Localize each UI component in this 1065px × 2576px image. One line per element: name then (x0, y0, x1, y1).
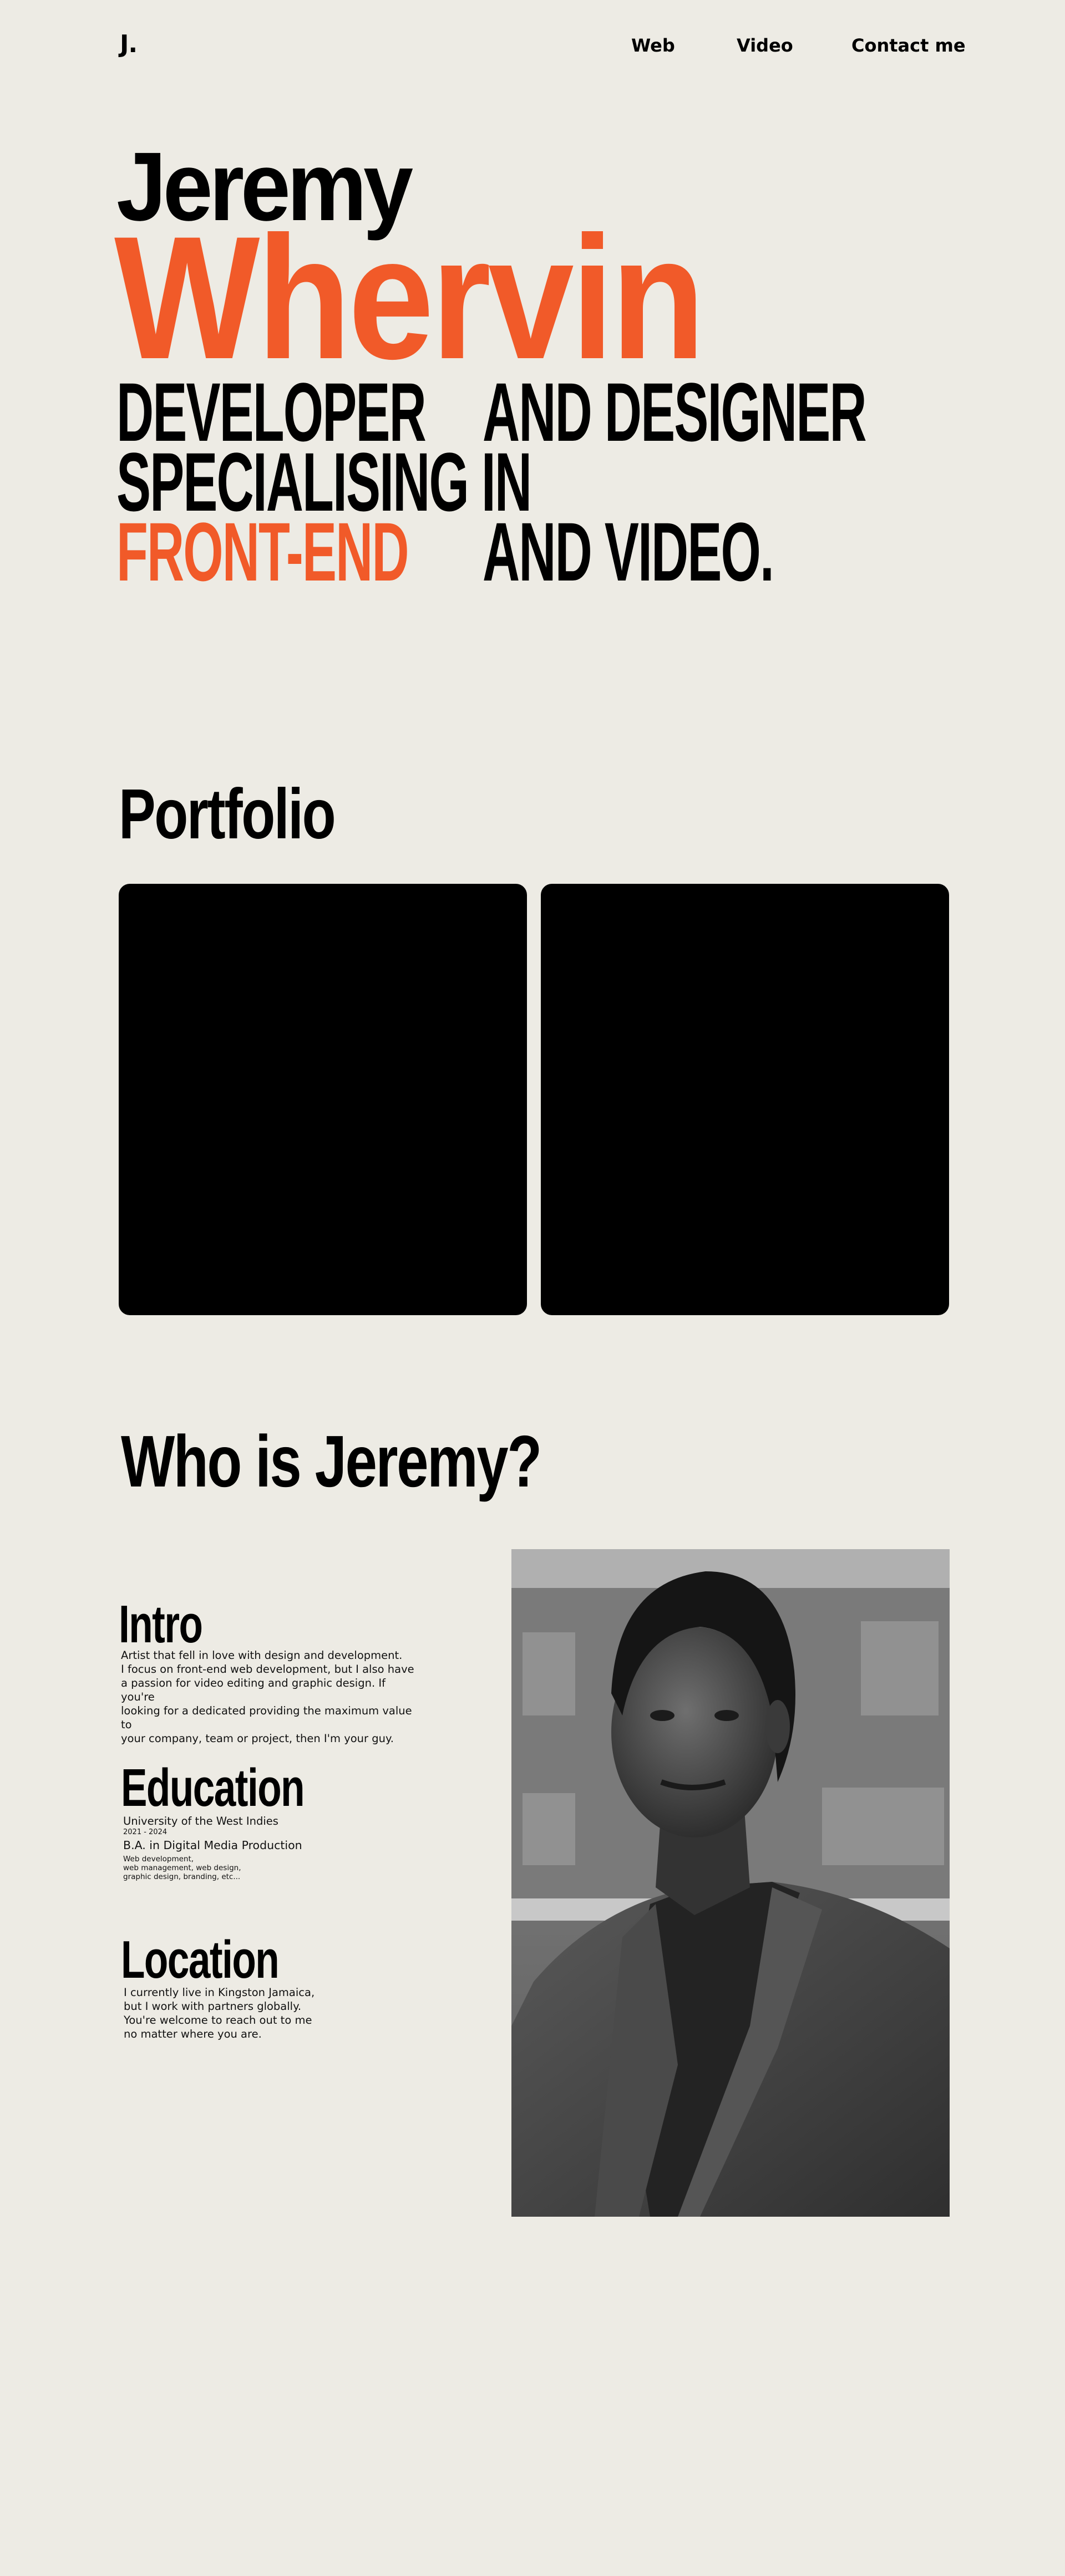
portfolio-title: Portfolio (119, 775, 336, 854)
intro-heading: Intro (119, 1595, 203, 1654)
education-details: Web development, web management, web des… (123, 1855, 241, 1881)
intro-text: Artist that fell in love with design and… (121, 1649, 414, 1745)
portfolio-card[interactable] (541, 884, 949, 1315)
nav-link-contact[interactable]: Contact me (851, 33, 966, 58)
location-heading: Location (121, 1930, 280, 1989)
education-heading: Education (121, 1758, 305, 1818)
logo[interactable]: J. (120, 29, 138, 60)
education-degree: B.A. in Digital Media Production (123, 1839, 302, 1852)
tagline-and-video: AND VIDEO. (483, 505, 774, 598)
education-years: 2021 - 2024 (123, 1828, 168, 1836)
portfolio-card[interactable] (119, 884, 527, 1315)
portrait-photo (511, 1549, 950, 2217)
location-text: I currently live in Kingston Jamaica, bu… (124, 1986, 315, 2040)
hero-last-name: Whervin (114, 200, 705, 395)
education-university: University of the West Indies (123, 1815, 278, 1827)
about-title: Who is Jeremy? (121, 1421, 542, 1502)
tagline-front-end: FRONT-END (116, 505, 409, 598)
tagline-and-designer: AND DESIGNER (483, 365, 867, 459)
nav-link-web[interactable]: Web (631, 33, 675, 58)
nav-link-video[interactable]: Video (737, 33, 793, 58)
